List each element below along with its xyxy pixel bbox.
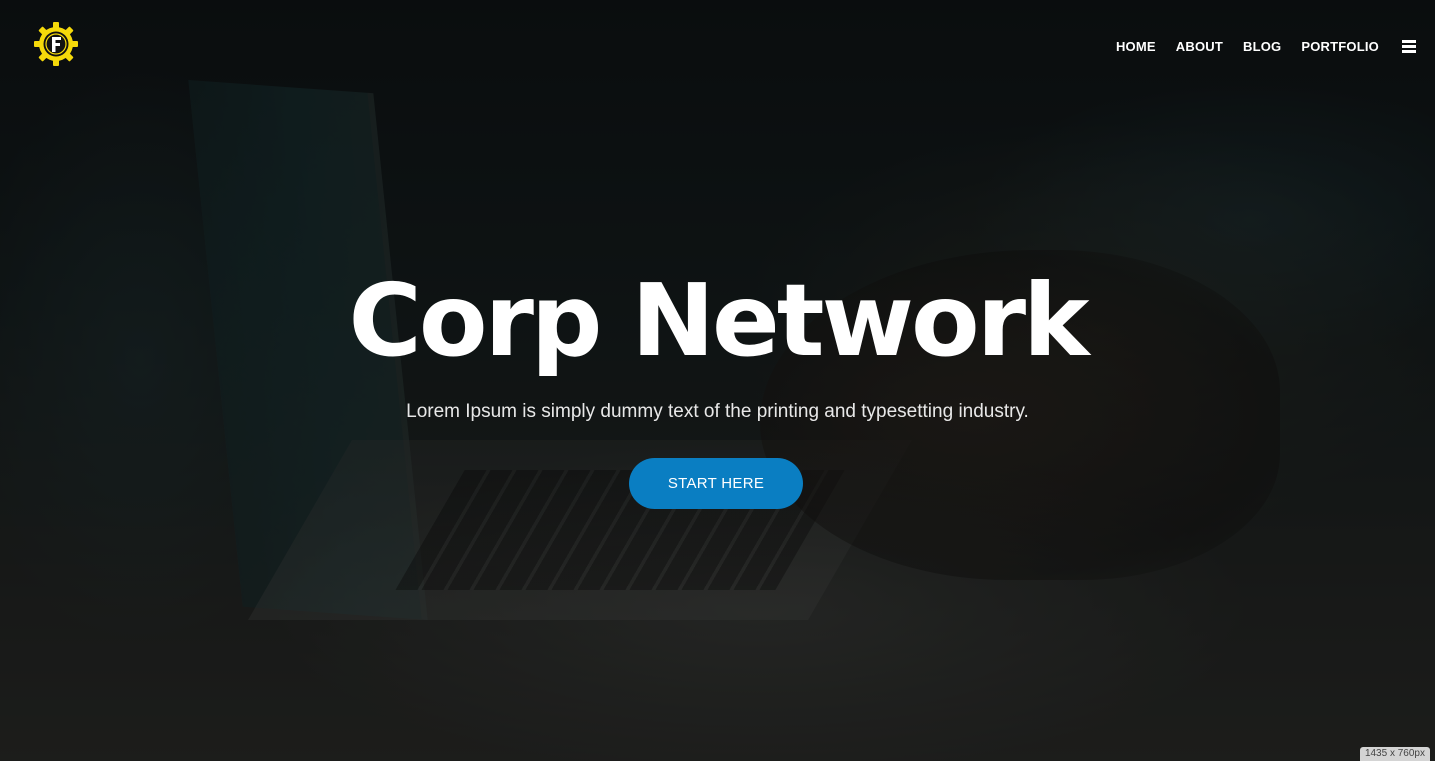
- nav-blog[interactable]: BLOG: [1243, 38, 1281, 56]
- hero-subtitle: Lorem Ipsum is simply dummy text of the …: [406, 401, 1029, 422]
- start-here-button[interactable]: START HERE: [629, 458, 803, 509]
- hero-section: HOME ABOUT BLOG PORTFOLIO Corp Network L…: [0, 0, 1435, 761]
- main-nav: HOME ABOUT BLOG PORTFOLIO: [1096, 38, 1379, 56]
- hamburger-menu-icon[interactable]: [1402, 40, 1416, 53]
- nav-about[interactable]: ABOUT: [1176, 38, 1223, 56]
- viewport-size-badge: 1435 x 760px: [1359, 747, 1430, 761]
- hero-title: Corp Network: [348, 262, 1089, 379]
- gear-f-logo-icon[interactable]: [33, 21, 79, 67]
- nav-home[interactable]: HOME: [1116, 38, 1156, 56]
- dark-overlay: [0, 0, 1435, 761]
- nav-portfolio[interactable]: PORTFOLIO: [1301, 38, 1379, 56]
